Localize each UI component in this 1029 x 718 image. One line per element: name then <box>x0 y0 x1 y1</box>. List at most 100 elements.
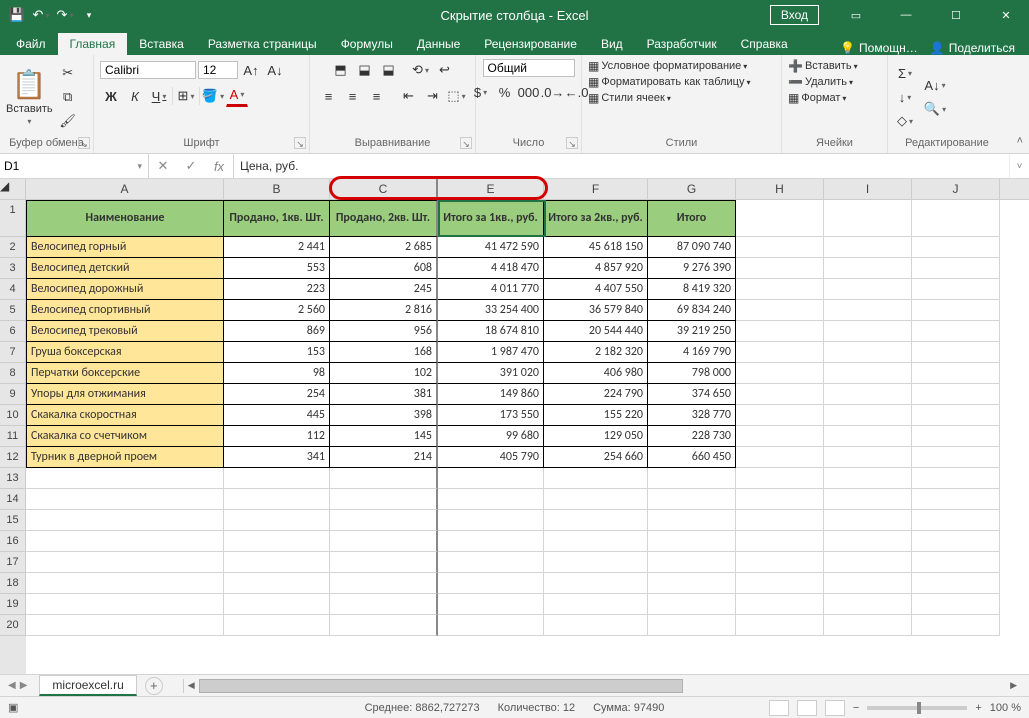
cell[interactable]: 39 219 250 <box>648 321 736 342</box>
tab-pagelayout[interactable]: Разметка страницы <box>196 33 329 55</box>
align-center-icon[interactable]: ≡ <box>342 85 364 107</box>
cell[interactable]: 102 <box>330 363 438 384</box>
tab-insert[interactable]: Вставка <box>127 33 196 55</box>
cell[interactable]: 69 834 240 <box>648 300 736 321</box>
cell[interactable]: 129 050 <box>544 426 648 447</box>
wrap-text-icon[interactable]: ↩ <box>434 59 456 81</box>
row-header[interactable]: 15 <box>0 510 26 531</box>
cell[interactable]: Велосипед горный <box>26 237 224 258</box>
cell[interactable] <box>544 510 648 531</box>
row-header[interactable]: 10 <box>0 405 26 426</box>
cell[interactable] <box>824 468 912 489</box>
cell[interactable] <box>648 573 736 594</box>
sheet-nav-prev-icon[interactable]: ◀ <box>8 680 16 691</box>
cell[interactable] <box>824 300 912 321</box>
accounting-icon[interactable]: $ <box>470 81 492 103</box>
cell[interactable]: 223 <box>224 279 330 300</box>
cell[interactable]: 608 <box>330 258 438 279</box>
cell[interactable] <box>224 573 330 594</box>
tab-file[interactable]: Файл <box>4 33 58 55</box>
cell[interactable]: 149 860 <box>438 384 544 405</box>
cell[interactable] <box>224 594 330 615</box>
row-header[interactable]: 3 <box>0 258 26 279</box>
cell[interactable] <box>824 405 912 426</box>
cell[interactable] <box>824 384 912 405</box>
cell[interactable]: 374 650 <box>648 384 736 405</box>
cell[interactable] <box>912 363 1000 384</box>
cell[interactable]: 798 000 <box>648 363 736 384</box>
row-header[interactable]: 16 <box>0 531 26 552</box>
cell[interactable]: 41 472 590 <box>438 237 544 258</box>
cell[interactable]: 36 579 840 <box>544 300 648 321</box>
cell[interactable]: 153 <box>224 342 330 363</box>
cell[interactable] <box>736 468 824 489</box>
align-bottom-icon[interactable]: ⬓ <box>378 59 400 81</box>
cell[interactable] <box>544 594 648 615</box>
cell[interactable] <box>736 237 824 258</box>
cell[interactable] <box>736 552 824 573</box>
row-header[interactable]: 12 <box>0 447 26 468</box>
delete-cells-button[interactable]: ➖Удалить▾ <box>788 75 853 89</box>
cell[interactable]: 224 790 <box>544 384 648 405</box>
copy-icon[interactable]: ⧉ <box>57 86 79 108</box>
cell[interactable] <box>912 468 1000 489</box>
cell[interactable] <box>824 426 912 447</box>
insert-cells-button[interactable]: ➕Вставить▾ <box>788 59 858 73</box>
cell[interactable]: 9 276 390 <box>648 258 736 279</box>
cell[interactable] <box>824 342 912 363</box>
cell[interactable] <box>330 531 438 552</box>
cell[interactable] <box>438 468 544 489</box>
cell[interactable] <box>26 531 224 552</box>
dialog-launcher-icon[interactable]: ↘ <box>294 137 306 149</box>
cell[interactable] <box>824 279 912 300</box>
cell[interactable] <box>26 552 224 573</box>
underline-button[interactable]: Ч <box>148 85 170 107</box>
cut-icon[interactable]: ✂ <box>57 62 79 84</box>
cell[interactable] <box>824 447 912 468</box>
column-header-H[interactable]: H <box>736 179 824 199</box>
cell[interactable] <box>824 615 912 636</box>
cell[interactable] <box>438 552 544 573</box>
autosum-icon[interactable]: Σ <box>894 62 916 84</box>
cell[interactable] <box>438 510 544 531</box>
cell[interactable] <box>330 552 438 573</box>
row-header[interactable]: 11 <box>0 426 26 447</box>
cell[interactable] <box>648 531 736 552</box>
sheet-nav-next-icon[interactable]: ▶ <box>20 680 28 691</box>
cell[interactable] <box>912 237 1000 258</box>
cell[interactable] <box>912 342 1000 363</box>
row-header[interactable]: 13 <box>0 468 26 489</box>
page-break-view-icon[interactable] <box>825 700 845 716</box>
cell[interactable]: 254 660 <box>544 447 648 468</box>
cell[interactable] <box>438 573 544 594</box>
qat-customize-icon[interactable]: ▾ <box>78 4 100 26</box>
fill-icon[interactable]: ↓ <box>894 86 916 108</box>
page-layout-view-icon[interactable] <box>797 700 817 716</box>
cell[interactable]: 405 790 <box>438 447 544 468</box>
tab-help[interactable]: Справка <box>729 33 800 55</box>
dialog-launcher-icon[interactable]: ↘ <box>460 137 472 149</box>
zoom-out-icon[interactable]: − <box>853 702 859 714</box>
cell[interactable] <box>544 573 648 594</box>
cell[interactable]: Итого за 1кв., руб. <box>438 200 544 237</box>
cell[interactable]: 328 770 <box>648 405 736 426</box>
cell[interactable] <box>648 552 736 573</box>
cell[interactable]: Велосипед детский <box>26 258 224 279</box>
column-header-A[interactable]: A <box>26 179 224 199</box>
cell[interactable] <box>736 321 824 342</box>
collapse-ribbon-icon[interactable]: ˄ <box>1017 135 1023 147</box>
conditional-formatting-button[interactable]: ▦Условное форматирование▾ <box>588 59 747 73</box>
select-all-corner[interactable]: ◢ <box>0 179 26 199</box>
percent-icon[interactable]: % <box>494 81 516 103</box>
paste-icon[interactable]: 📋 <box>12 68 47 101</box>
align-left-icon[interactable]: ≡ <box>318 85 340 107</box>
cell[interactable]: 1 987 470 <box>438 342 544 363</box>
cell[interactable] <box>648 510 736 531</box>
tab-formulas[interactable]: Формулы <box>329 33 405 55</box>
cell[interactable] <box>736 489 824 510</box>
cell[interactable] <box>736 531 824 552</box>
cell[interactable] <box>648 594 736 615</box>
cell[interactable] <box>824 552 912 573</box>
cell[interactable]: Велосипед трековый <box>26 321 224 342</box>
cell[interactable]: 8 419 320 <box>648 279 736 300</box>
